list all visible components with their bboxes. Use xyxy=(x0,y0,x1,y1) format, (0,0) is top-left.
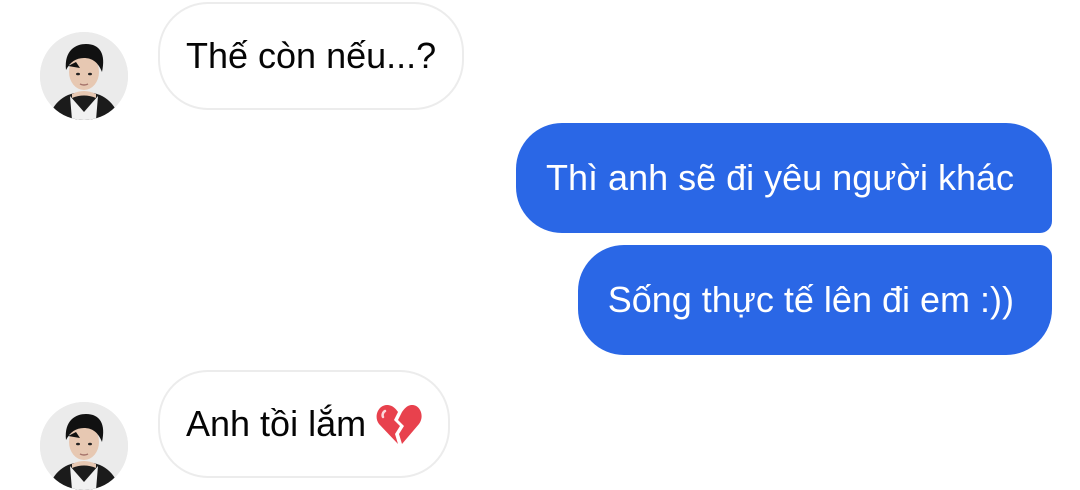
incoming-message-bubble[interactable]: Thế còn nếu...? xyxy=(158,2,465,110)
contact-avatar[interactable] xyxy=(40,32,128,120)
message-text: Sống thực tế lên đi em :)) xyxy=(607,279,1014,320)
outgoing-message-bubble[interactable]: Thì anh sẽ đi yêu người khác xyxy=(516,123,1052,233)
message-text: Thế còn nếu...? xyxy=(186,35,437,76)
message-text: Thì anh sẽ đi yêu người khác xyxy=(546,157,1014,198)
contact-avatar[interactable] xyxy=(40,402,128,490)
outgoing-message-bubble[interactable]: Sống thực tế lên đi em :)) xyxy=(577,245,1052,355)
avatar-photo-icon xyxy=(40,402,128,490)
broken-heart-icon xyxy=(376,402,422,446)
incoming-message-bubble[interactable]: Anh tồi lắm xyxy=(158,370,451,478)
message-text: Anh tồi lắm xyxy=(186,403,367,444)
avatar-photo-icon xyxy=(40,32,128,120)
